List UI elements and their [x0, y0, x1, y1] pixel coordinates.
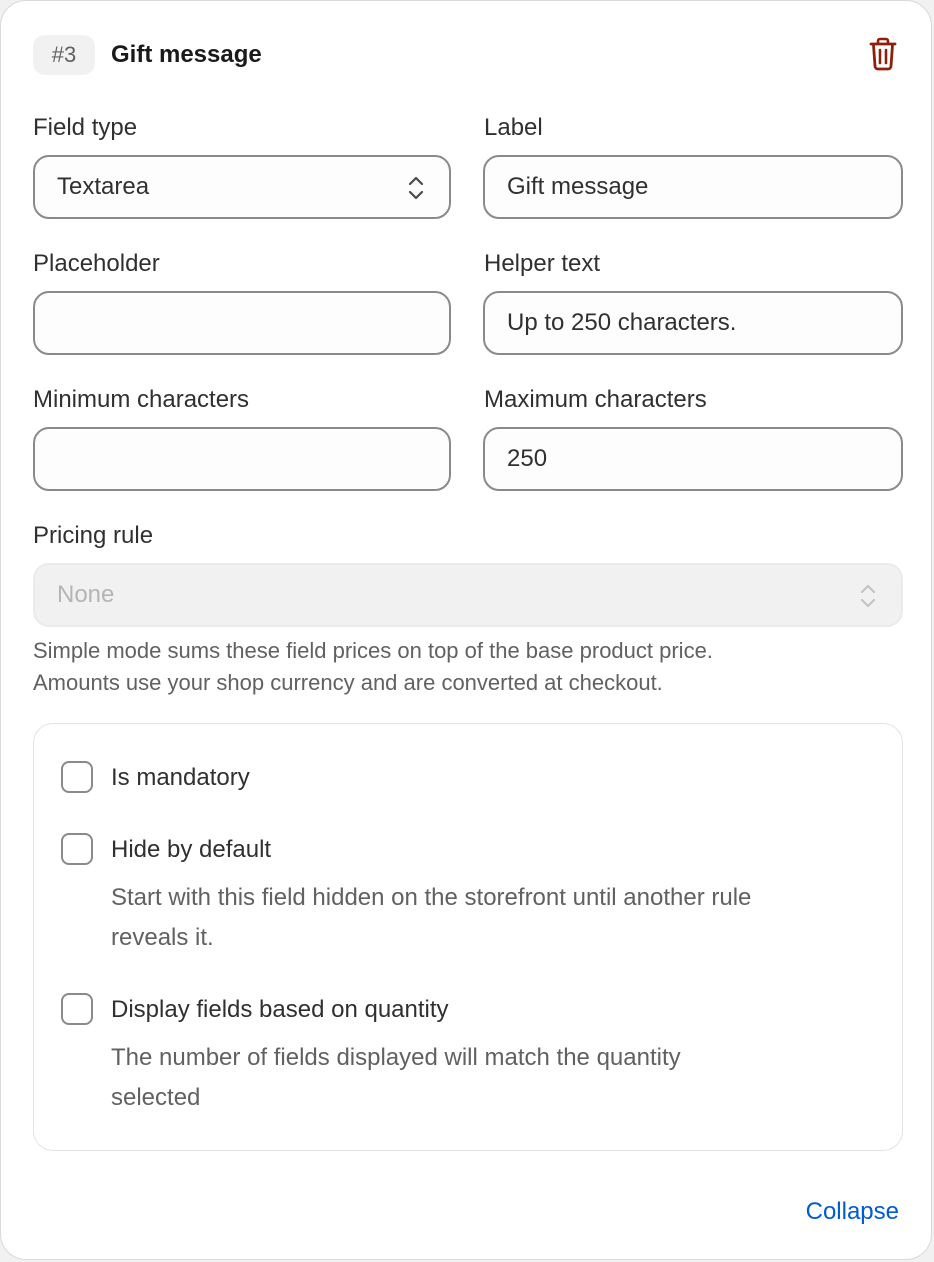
display-by-quantity-help-line-1: The number of fields displayed will matc…	[111, 1044, 681, 1071]
field-type-select[interactable]: Textarea	[33, 155, 451, 219]
field-index-badge: #3	[33, 35, 95, 75]
delete-button[interactable]	[867, 37, 899, 71]
pricing-rule-select: None	[33, 563, 903, 627]
placeholder-label: Placeholder	[33, 250, 160, 277]
max-chars-label: Maximum characters	[484, 386, 707, 413]
pricing-rule-value: None	[57, 581, 115, 608]
pricing-help-line-1: Simple mode sums these field prices on t…	[33, 638, 713, 663]
placeholder-input[interactable]	[33, 291, 451, 355]
field-type-label: Field type	[33, 114, 138, 141]
is-mandatory-label[interactable]: Is mandatory	[111, 762, 250, 794]
helper-text-input[interactable]	[483, 291, 903, 355]
min-chars-input[interactable]	[33, 427, 451, 491]
field-card: #3 Gift message Field type Textarea Labe…	[0, 0, 932, 1260]
max-chars-input[interactable]	[483, 427, 903, 491]
display-by-quantity-help-line-2: selected	[111, 1084, 201, 1111]
hide-by-default-help-line-1: Start with this field hidden on the stor…	[111, 884, 752, 911]
label-input[interactable]	[483, 155, 903, 219]
label-field-label: Label	[484, 114, 543, 141]
chevron-up-down-icon	[408, 176, 424, 200]
display-by-quantity-checkbox[interactable]	[61, 993, 93, 1025]
chevron-up-down-icon	[860, 584, 876, 608]
helper-text-label: Helper text	[484, 250, 601, 277]
pricing-help-line-2: Amounts use your shop currency and are c…	[33, 670, 663, 695]
hide-by-default-label[interactable]: Hide by default	[111, 834, 271, 866]
field-type-value: Textarea	[57, 173, 150, 200]
pricing-rule-label: Pricing rule	[33, 522, 154, 549]
is-mandatory-checkbox[interactable]	[61, 761, 93, 793]
min-chars-label: Minimum characters	[33, 386, 250, 413]
trash-icon	[869, 37, 897, 71]
field-title: Gift message	[111, 41, 262, 68]
collapse-link[interactable]: Collapse	[806, 1195, 899, 1229]
hide-by-default-help-line-2: reveals it.	[111, 924, 214, 951]
hide-by-default-checkbox[interactable]	[61, 833, 93, 865]
display-by-quantity-label[interactable]: Display fields based on quantity	[111, 994, 449, 1026]
